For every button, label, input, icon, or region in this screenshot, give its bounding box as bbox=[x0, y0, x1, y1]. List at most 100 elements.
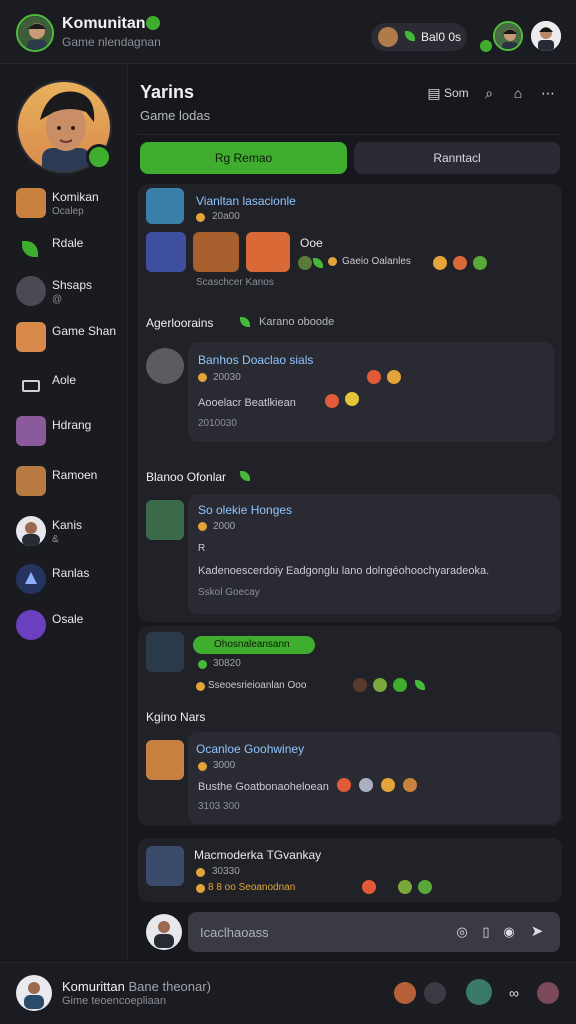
more-icon[interactable]: ⋯ bbox=[540, 85, 556, 101]
emoji-icon[interactable] bbox=[298, 256, 312, 270]
reply-author[interactable]: Banhos Doaclao sials bbox=[198, 353, 313, 367]
link-icon[interactable]: ∞ bbox=[503, 982, 525, 1004]
sidebar-item-label: Hdrang bbox=[52, 418, 92, 432]
sidebar-item-ramoen[interactable]: Ramoen bbox=[16, 464, 126, 498]
reply-time: Sskol Goecay bbox=[198, 587, 260, 598]
sidebar-item-komikan[interactable]: Komikan Ocalep bbox=[16, 186, 126, 220]
sidebar-item-label: Rdale bbox=[52, 236, 84, 250]
reply-body: Kadenoescerdoiy Eadgonglu lano dolngéoho… bbox=[198, 565, 490, 577]
avatar[interactable] bbox=[146, 188, 184, 224]
search-icon[interactable]: ⌕ bbox=[481, 85, 497, 101]
emoji-icon[interactable] bbox=[373, 678, 387, 692]
coin-icon bbox=[198, 522, 207, 531]
avatar[interactable] bbox=[146, 500, 184, 540]
post-meta: 30820 bbox=[213, 658, 241, 669]
settings-icon[interactable] bbox=[537, 982, 559, 1004]
gallery-image[interactable] bbox=[146, 232, 186, 272]
send-icon[interactable]: ➤ bbox=[529, 924, 545, 940]
avatar[interactable] bbox=[146, 846, 184, 886]
emoji-icon[interactable] bbox=[453, 256, 467, 270]
post-author[interactable]: Macmoderka TGvankay bbox=[194, 848, 321, 862]
bottom-subtitle: Gime teoencoepliaan bbox=[62, 995, 166, 1007]
sidebar-item-rdale[interactable]: Rdale bbox=[16, 232, 126, 266]
emoji-icon[interactable] bbox=[473, 256, 487, 270]
emoji-icon[interactable] bbox=[381, 778, 395, 792]
sidebar-item-shsaps[interactable]: Shsaps @ bbox=[16, 274, 126, 308]
emoji-icon[interactable] bbox=[345, 392, 359, 406]
reply-extra: R bbox=[198, 543, 206, 554]
arrow-up-icon bbox=[16, 564, 46, 594]
game-icon bbox=[16, 188, 46, 218]
avatar[interactable] bbox=[146, 740, 184, 780]
avatar bbox=[16, 516, 46, 546]
coin-icon bbox=[196, 213, 205, 222]
avatar[interactable] bbox=[146, 348, 184, 384]
emoji-icon[interactable] bbox=[387, 370, 401, 384]
attach-icon[interactable]: ▯ bbox=[478, 924, 494, 940]
currency-pill[interactable]: Bal0 0s bbox=[371, 23, 467, 51]
bottom-title-main: Komurittan bbox=[62, 979, 125, 994]
emoji-icon[interactable] bbox=[403, 778, 417, 792]
sidebar-item-kanis[interactable]: Kanis & bbox=[16, 514, 126, 548]
reaction-text: Gaeio Oalanles bbox=[342, 256, 411, 267]
sidebar-item-sub: Ocalep bbox=[52, 206, 84, 217]
reply-author[interactable]: Ocanloe Goohwiney bbox=[196, 742, 304, 756]
emoji-icon[interactable] bbox=[418, 880, 432, 894]
post-body: 8 8 oo Seoanodnan bbox=[208, 882, 296, 893]
bottom-bar: Komurittan Bane theonar) Gime teoencoepl… bbox=[0, 962, 576, 1024]
sidebar-item-game-shan[interactable]: Game Shan bbox=[16, 320, 126, 354]
community-avatar[interactable] bbox=[16, 14, 54, 52]
sidebar-item-label: Game Shan bbox=[52, 324, 117, 338]
reply-body: Aooelacr Beatlkiean bbox=[198, 397, 296, 409]
post-body: Sseoesrieioanlan Ooo bbox=[208, 680, 307, 691]
sidebar-item-label: Komikan bbox=[52, 190, 99, 204]
friend-avatar[interactable] bbox=[493, 21, 523, 51]
post-author[interactable]: Vianltan lasacionle bbox=[196, 194, 296, 208]
sidebar-item-aole[interactable]: Aole bbox=[16, 369, 126, 403]
sidebar-item-hdrang[interactable]: Hdrang bbox=[16, 414, 126, 448]
tab-primary[interactable]: Rg Remao bbox=[140, 142, 347, 174]
currency-value: Bal0 0s bbox=[421, 30, 462, 44]
sidebar-item-label: Aole bbox=[52, 373, 77, 387]
gallery-image[interactable] bbox=[193, 232, 239, 272]
reply-time: 2010030 bbox=[198, 418, 237, 429]
image-icon[interactable]: ◎ bbox=[454, 924, 470, 940]
friend-avatar[interactable] bbox=[466, 979, 492, 1005]
tab-secondary[interactable]: Ranntacl bbox=[354, 142, 560, 174]
emoji-icon[interactable] bbox=[433, 256, 447, 270]
sort-icon[interactable]: ▤ bbox=[426, 85, 442, 101]
section-note: Karano oboode bbox=[259, 316, 335, 328]
emoji-icon[interactable] bbox=[367, 370, 381, 384]
sidebar-item-osale[interactable]: Osale bbox=[16, 608, 126, 642]
emoji-icon[interactable] bbox=[362, 880, 376, 894]
sidebar-item-ranlas[interactable]: Ranlas bbox=[16, 562, 126, 596]
emoji-icon[interactable] bbox=[325, 394, 339, 408]
coin-icon bbox=[198, 762, 207, 771]
emoji-icon[interactable] bbox=[353, 678, 367, 692]
bottom-title: Komurittan Bane theonar) bbox=[62, 979, 211, 994]
monitor-icon bbox=[16, 371, 46, 401]
emoji-icon[interactable]: ◉ bbox=[501, 924, 517, 940]
controller-icon[interactable] bbox=[424, 982, 446, 1004]
message-input[interactable] bbox=[200, 922, 440, 942]
reply-author[interactable]: So olekie Honges bbox=[198, 503, 292, 517]
reply-meta: 3000 bbox=[213, 760, 236, 771]
reply-meta: 2000 bbox=[213, 521, 236, 532]
user-avatar[interactable] bbox=[531, 21, 561, 51]
avatar[interactable] bbox=[146, 632, 184, 672]
verified-icon bbox=[146, 16, 160, 30]
profile-level-badge bbox=[86, 144, 112, 170]
game-icon[interactable] bbox=[394, 982, 416, 1004]
online-status-icon bbox=[480, 40, 492, 52]
emoji-icon[interactable] bbox=[359, 778, 373, 792]
emoji-icon[interactable] bbox=[337, 778, 351, 792]
emoji-icon[interactable] bbox=[393, 678, 407, 692]
sort-button[interactable]: Som bbox=[444, 86, 469, 100]
emoji-icon[interactable] bbox=[398, 880, 412, 894]
gallery-image[interactable] bbox=[246, 232, 290, 272]
reply-body: Busthe Goatbonaoheloean bbox=[198, 781, 329, 793]
user-avatar[interactable] bbox=[16, 975, 52, 1011]
bookmark-icon[interactable]: ⌂ bbox=[510, 85, 526, 101]
leaf-icon bbox=[405, 31, 415, 41]
coin-icon bbox=[328, 257, 337, 266]
